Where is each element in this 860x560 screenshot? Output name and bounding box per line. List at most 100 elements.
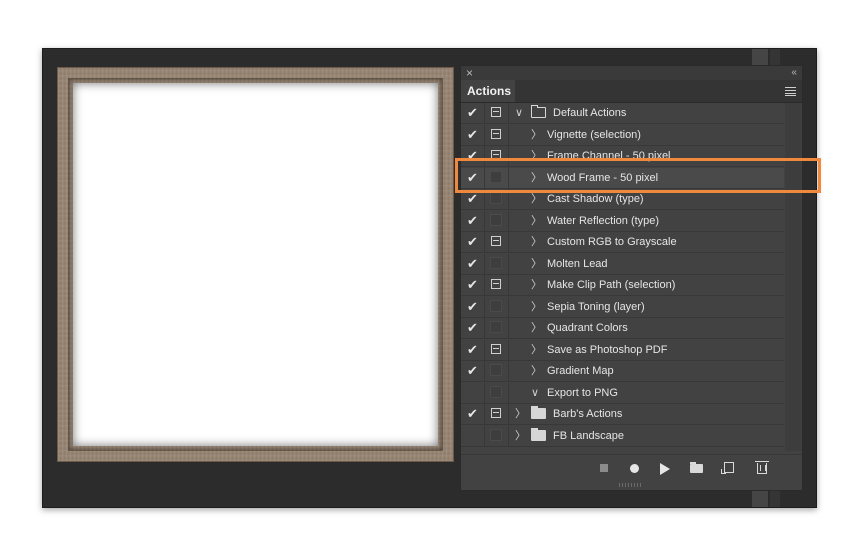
chevron-right-icon[interactable]: 〉 (531, 192, 542, 206)
toggle-dialog-cell[interactable] (485, 146, 509, 166)
action-row[interactable]: ∨ Export to PNG (461, 382, 784, 404)
new-action-icon[interactable] (721, 462, 734, 474)
toggle-item-cell[interactable]: ✔ (461, 253, 485, 274)
toggle-item-cell[interactable]: ✔ (461, 318, 485, 338)
toggle-dialog-cell[interactable] (485, 103, 509, 123)
chevron-right-icon[interactable]: 〉 (531, 128, 542, 142)
action-set-row[interactable]: ✔ 〉 Barb's Actions (461, 404, 784, 425)
chevron-down-icon[interactable]: ∨ (515, 106, 523, 120)
folder-icon (531, 105, 546, 118)
checkmark-icon: ✔ (467, 148, 478, 163)
folder-icon (531, 427, 546, 441)
toggle-dialog-cell[interactable] (485, 210, 509, 231)
action-label: Sepia Toning (layer) (547, 300, 645, 313)
dialog-toggle-icon (490, 428, 502, 441)
chevron-right-icon[interactable]: 〉 (531, 343, 542, 357)
toggle-dialog-cell[interactable] (485, 318, 509, 338)
chevron-right-icon[interactable]: 〉 (515, 429, 526, 443)
action-row[interactable]: ✔ 〉 Wood Frame - 50 pixel (461, 167, 784, 189)
collapse-icon[interactable]: ‹‹ (791, 66, 797, 80)
checkmark-icon: ✔ (467, 320, 478, 335)
panel-tab-bar: Actions (461, 80, 802, 103)
action-set-row[interactable]: ✔ ∨ Default Actions (461, 103, 784, 124)
action-row[interactable]: ✔ 〉 Make Clip Path (selection) (461, 275, 784, 296)
checkmark-icon: ✔ (467, 255, 478, 271)
toggle-dialog-cell[interactable] (485, 189, 509, 209)
toggle-dialog-cell[interactable] (485, 404, 509, 424)
toggle-item-cell[interactable]: ✔ (461, 404, 485, 424)
action-row[interactable]: ✔ 〉 Gradient Map (461, 361, 784, 382)
toggle-item-cell[interactable]: ✔ (461, 296, 485, 317)
toggle-item-cell[interactable] (461, 382, 485, 403)
toggle-item-cell[interactable]: ✔ (461, 146, 485, 166)
toggle-dialog-cell[interactable] (485, 167, 509, 188)
chevron-right-icon[interactable]: 〉 (531, 149, 542, 163)
chevron-right-icon[interactable]: 〉 (531, 321, 542, 335)
toggle-dialog-cell[interactable] (485, 361, 509, 381)
dialog-toggle-icon (491, 128, 501, 139)
chevron-right-icon[interactable]: 〉 (531, 214, 542, 228)
toggle-item-cell[interactable]: ✔ (461, 361, 485, 381)
photoshop-workspace: × ‹‹ Actions ✔ ∨ Default Actions ✔ 〉 Vignette… (42, 48, 817, 508)
action-label: Molten Lead (547, 257, 608, 270)
chevron-right-icon[interactable]: 〉 (531, 235, 542, 249)
scrollbar[interactable] (785, 103, 801, 451)
toggle-dialog-cell[interactable] (485, 275, 509, 295)
trash-icon[interactable] (755, 461, 769, 474)
toggle-dialog-cell[interactable] (485, 425, 509, 446)
toggle-dialog-cell[interactable] (485, 339, 509, 360)
action-row[interactable]: ✔ 〉 Sepia Toning (layer) (461, 296, 784, 318)
action-set-row[interactable]: 〉 FB Landscape (461, 425, 784, 447)
dialog-toggle-icon (490, 364, 502, 376)
document-canvas-wood-frame[interactable] (57, 67, 454, 462)
panel-menu-icon[interactable] (785, 87, 796, 96)
toggle-item-cell[interactable]: ✔ (461, 275, 485, 295)
play-icon[interactable] (660, 463, 670, 475)
action-row[interactable]: ✔ 〉 Quadrant Colors (461, 318, 784, 339)
action-set-label: Default Actions (553, 107, 627, 119)
checkmark-icon: ✔ (467, 277, 478, 292)
action-row[interactable]: ✔ 〉 Vignette (selection) (461, 124, 784, 146)
toggle-dialog-cell[interactable] (485, 253, 509, 274)
toggle-dialog-cell[interactable] (485, 382, 509, 403)
toggle-item-cell[interactable]: ✔ (461, 167, 485, 188)
action-row[interactable]: ✔ 〉 Frame Channel - 50 pixel (461, 146, 784, 167)
dialog-toggle-icon (490, 385, 502, 398)
dialog-toggle-icon (491, 236, 501, 246)
action-row[interactable]: ✔ 〉 Molten Lead (461, 253, 784, 275)
close-icon[interactable]: × (466, 66, 473, 80)
chevron-right-icon[interactable]: 〉 (515, 407, 526, 421)
toggle-item-cell[interactable]: ✔ (461, 232, 485, 252)
toggle-dialog-cell[interactable] (485, 124, 509, 145)
resize-grip[interactable] (619, 483, 641, 487)
toggle-dialog-cell[interactable] (485, 296, 509, 317)
chevron-down-icon[interactable]: ∨ (531, 386, 539, 400)
dialog-toggle-icon (491, 150, 501, 160)
toggle-item-cell[interactable] (461, 425, 485, 446)
action-row[interactable]: ✔ 〉 Custom RGB to Grayscale (461, 232, 784, 253)
action-label: Make Clip Path (selection) (547, 279, 676, 291)
dialog-toggle-icon (490, 213, 502, 226)
toggle-item-cell[interactable]: ✔ (461, 210, 485, 231)
tab-actions[interactable]: Actions (461, 80, 515, 102)
chevron-right-icon[interactable]: 〉 (531, 300, 542, 314)
toggle-dialog-cell[interactable] (485, 232, 509, 252)
dialog-toggle-icon (490, 256, 502, 269)
action-row[interactable]: ✔ 〉 Cast Shadow (type) (461, 189, 784, 210)
panel-title-bar[interactable]: × ‹‹ (461, 66, 802, 80)
chevron-right-icon[interactable]: 〉 (531, 278, 542, 292)
toggle-item-cell[interactable]: ✔ (461, 103, 485, 123)
toggle-item-cell[interactable]: ✔ (461, 339, 485, 360)
toggle-item-cell[interactable]: ✔ (461, 189, 485, 209)
new-set-icon[interactable] (690, 462, 703, 473)
action-row[interactable]: ✔ 〉 Water Reflection (type) (461, 210, 784, 232)
toggle-item-cell[interactable]: ✔ (461, 124, 485, 145)
chevron-right-icon[interactable]: 〉 (531, 364, 542, 378)
stop-icon[interactable] (600, 464, 608, 472)
dialog-toggle-icon (491, 343, 501, 354)
record-icon[interactable] (630, 464, 639, 473)
action-row[interactable]: ✔ 〉 Save as Photoshop PDF (461, 339, 784, 361)
action-label: Quadrant Colors (547, 322, 628, 334)
chevron-right-icon[interactable]: 〉 (531, 257, 542, 271)
chevron-right-icon[interactable]: 〉 (531, 171, 542, 185)
